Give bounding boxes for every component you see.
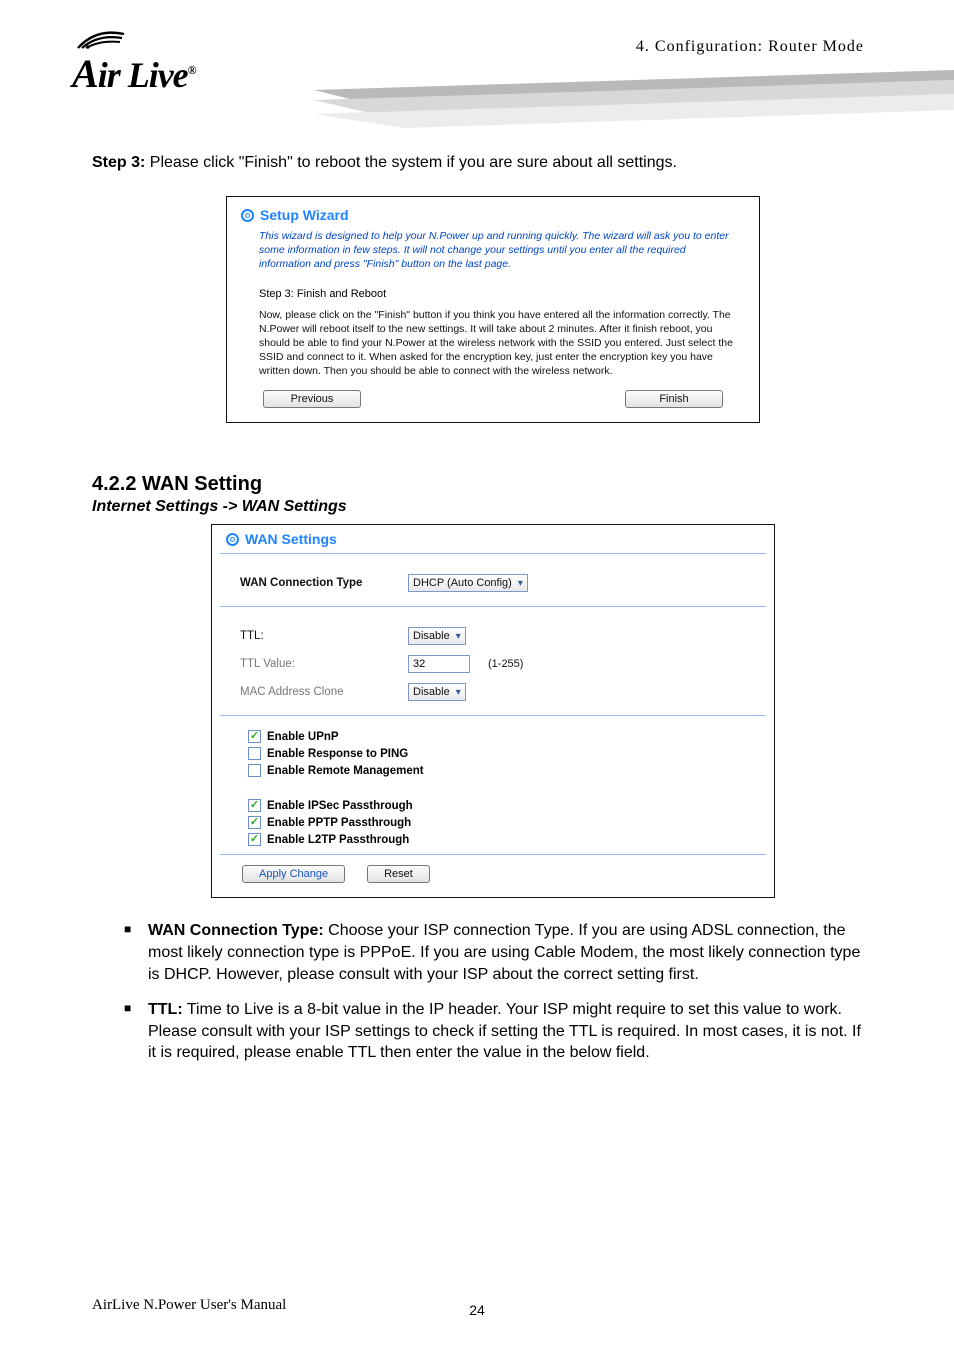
section-path: Internet Settings -> WAN Settings [92, 498, 894, 516]
setup-wizard-panel: Setup Wizard This wizard is designed to … [226, 196, 760, 423]
footer-page-number: 24 [469, 1302, 485, 1318]
checkbox-icon: ✓ [248, 799, 261, 812]
chapter-label: 4. Configuration: Router Mode [636, 38, 864, 56]
section-heading: 4.2.2 WAN Setting [92, 473, 894, 496]
check-l2tp[interactable]: ✓ Enable L2TP Passthrough [248, 833, 762, 846]
wizard-title: Setup Wizard [260, 207, 349, 223]
logo-text-rest: ir Live [98, 55, 188, 95]
step3-label: Step 3: [92, 154, 145, 171]
logo-text-a: A [72, 51, 98, 96]
gear-icon [226, 533, 239, 546]
mac-clone-select[interactable]: Disable ▾ [408, 683, 466, 701]
gear-icon [241, 209, 254, 222]
check-label: Enable Response to PING [267, 748, 408, 760]
ttl-value-hint: (1-255) [488, 658, 523, 670]
checkbox-icon [248, 747, 261, 760]
wan-settings-panel: WAN Settings WAN Connection Type DHCP (A… [211, 524, 775, 898]
wizard-intro: This wizard is designed to help your N.P… [241, 227, 745, 278]
footer-manual-title: AirLive N.Power User's Manual [92, 1297, 286, 1314]
ttl-value-input[interactable] [408, 655, 470, 673]
wan-conn-type-label: WAN Connection Type [240, 577, 408, 589]
check-label: Enable L2TP Passthrough [267, 834, 409, 846]
check-label: Enable Remote Management [267, 765, 424, 777]
checkbox-icon: ✓ [248, 816, 261, 829]
bullet-text: Time to Live is a 8-bit value in the IP … [148, 1001, 861, 1061]
step3-text: Please click "Finish" to reboot the syst… [145, 154, 677, 171]
wizard-step-body: Now, please click on the "Finish" button… [241, 308, 745, 391]
wan-title: WAN Settings [245, 531, 337, 547]
checkbox-icon [248, 764, 261, 777]
bullet-label: TTL: [148, 1001, 183, 1018]
check-upnp[interactable]: ✓ Enable UPnP [248, 730, 762, 743]
check-label: Enable UPnP [267, 731, 339, 743]
checkbox-icon: ✓ [248, 833, 261, 846]
check-remote-mgmt[interactable]: Enable Remote Management [248, 764, 762, 777]
apply-change-button[interactable]: Apply Change [242, 865, 345, 883]
check-label: Enable PPTP Passthrough [267, 817, 411, 829]
chevron-down-icon: ▾ [518, 578, 523, 589]
check-ping[interactable]: Enable Response to PING [248, 747, 762, 760]
wizard-title-row: Setup Wizard [241, 207, 745, 223]
wan-title-row: WAN Settings [226, 531, 766, 547]
wan-conn-type-select[interactable]: DHCP (Auto Config) ▾ [408, 574, 528, 592]
check-pptp[interactable]: ✓ Enable PPTP Passthrough [248, 816, 762, 829]
finish-button[interactable]: Finish [625, 390, 723, 408]
bullet-ttl: TTL: Time to Live is a 8-bit value in th… [124, 999, 870, 1064]
airlive-logo: Air Live® [72, 24, 196, 97]
ttl-label: TTL: [240, 630, 408, 642]
checkbox-icon: ✓ [248, 730, 261, 743]
description-list: WAN Connection Type: Choose your ISP con… [92, 920, 894, 1064]
mac-clone-label: MAC Address Clone [240, 686, 408, 698]
page-header: Air Live® 4. Configuration: Router Mode [72, 30, 894, 120]
step3-intro: Step 3: Please click "Finish" to reboot … [92, 154, 894, 172]
check-ipsec[interactable]: ✓ Enable IPSec Passthrough [248, 799, 762, 812]
bullet-label: WAN Connection Type: [148, 922, 324, 939]
previous-button[interactable]: Previous [263, 390, 361, 408]
ttl-value: Disable [413, 630, 450, 642]
chevron-down-icon: ▾ [456, 631, 461, 642]
ttl-value-label: TTL Value: [240, 658, 408, 670]
header-decorative-band [314, 66, 954, 130]
bullet-wan-conn-type: WAN Connection Type: Choose your ISP con… [124, 920, 870, 985]
wan-conn-type-value: DHCP (Auto Config) [413, 577, 512, 589]
wizard-step-name: Step 3: Finish and Reboot [241, 278, 745, 308]
reset-button[interactable]: Reset [367, 865, 430, 883]
mac-clone-value: Disable [413, 686, 450, 698]
chevron-down-icon: ▾ [456, 687, 461, 698]
ttl-select[interactable]: Disable ▾ [408, 627, 466, 645]
check-label: Enable IPSec Passthrough [267, 800, 413, 812]
